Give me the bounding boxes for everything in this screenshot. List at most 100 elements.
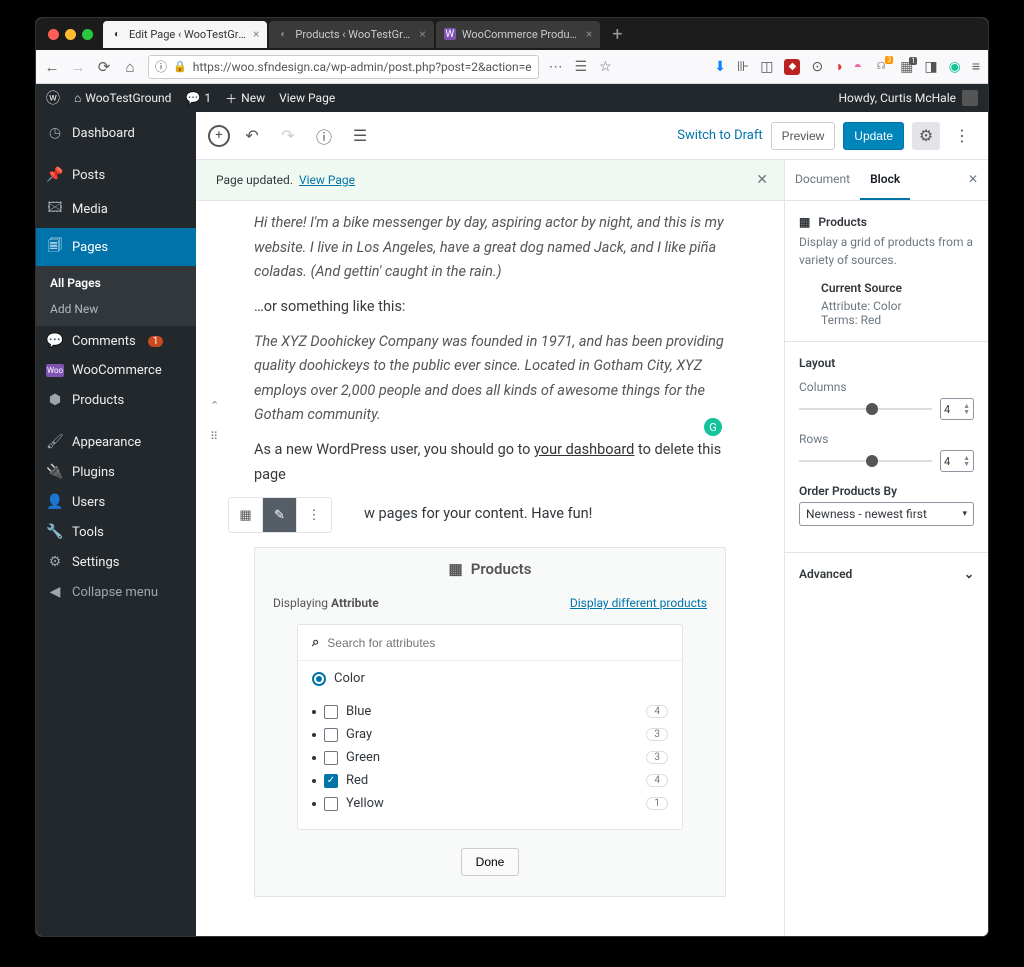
columns-slider[interactable] xyxy=(799,408,932,410)
extension-icon[interactable]: ☊3 xyxy=(873,59,889,75)
columns-input[interactable]: 4▲▼ xyxy=(940,398,974,420)
term-row[interactable]: Gray3 xyxy=(308,723,672,746)
library-icon[interactable]: ⊪ xyxy=(737,59,749,75)
info-icon[interactable]: ⓘ xyxy=(155,58,167,75)
term-row[interactable]: Green3 xyxy=(308,746,672,769)
menu-pages[interactable]: 🗐Pages xyxy=(36,228,196,266)
extension-icon[interactable]: ⊙ xyxy=(811,59,823,75)
grammarly-icon[interactable]: ◉ xyxy=(949,59,961,75)
more-icon[interactable]: ⋯ xyxy=(549,59,563,75)
term-row[interactable]: Yellow1 xyxy=(308,792,672,815)
submenu-add-new[interactable]: Add New xyxy=(36,296,196,322)
attribute-search[interactable]: ⌕ xyxy=(298,625,682,660)
new-tab-button[interactable]: + xyxy=(602,24,632,45)
menu-tools[interactable]: 🔧Tools xyxy=(36,517,196,547)
close-icon[interactable]: × xyxy=(586,27,592,41)
tab-document[interactable]: Document xyxy=(785,160,860,200)
wordpress-icon[interactable]: ⓦ xyxy=(46,88,60,108)
avatar[interactable] xyxy=(962,90,978,106)
window-controls[interactable] xyxy=(42,29,93,40)
ublock-icon[interactable]: ◆ xyxy=(784,59,800,75)
submenu-all-pages[interactable]: All Pages xyxy=(36,270,196,296)
add-block-button[interactable]: + xyxy=(208,125,230,147)
menu-woocommerce[interactable]: WooWooCommerce xyxy=(36,356,196,385)
browser-tab[interactable]: ◐ Edit Page ‹ WooTestGround — Wor… × xyxy=(103,21,267,48)
redo-button[interactable]: ↷ xyxy=(274,122,302,150)
rows-input[interactable]: 4▲▼ xyxy=(940,450,974,472)
sidebar-icon[interactable]: ◫ xyxy=(760,59,773,75)
site-name[interactable]: ⌂WooTestGround xyxy=(74,91,171,105)
tab-block[interactable]: Block xyxy=(860,160,910,200)
checkbox[interactable] xyxy=(324,728,338,742)
more-button[interactable]: ⋮ xyxy=(297,498,331,532)
update-button[interactable]: Update xyxy=(843,122,904,150)
settings-button[interactable]: ⚙ xyxy=(912,122,940,150)
close-icon[interactable]: × xyxy=(419,27,425,41)
grammarly-icon[interactable]: G xyxy=(704,418,722,436)
close-icon[interactable]: ✕ xyxy=(958,160,988,200)
menu-dashboard[interactable]: ◷Dashboard xyxy=(36,118,196,148)
extension-icon[interactable]: ◨ xyxy=(924,59,937,75)
back-icon[interactable]: ← xyxy=(44,58,60,76)
preview-button[interactable]: Preview xyxy=(771,122,836,150)
home-icon[interactable]: ⌂ xyxy=(122,58,138,76)
forward-icon[interactable]: → xyxy=(70,58,86,76)
display-different-link[interactable]: Display different products xyxy=(570,596,707,610)
drag-handle-icon[interactable]: ⠿ xyxy=(210,430,219,443)
outline-button[interactable]: ☰ xyxy=(346,122,374,150)
undo-button[interactable]: ↶ xyxy=(238,122,266,150)
order-select[interactable]: Newness - newest first▾ xyxy=(799,502,974,526)
reader-icon[interactable]: ☰ xyxy=(575,59,588,75)
extension-icon[interactable]: ◓ xyxy=(854,58,862,75)
done-button[interactable]: Done xyxy=(461,848,520,876)
dismiss-icon[interactable]: ✕ xyxy=(756,172,768,188)
menu-appearance[interactable]: 🖌Appearance xyxy=(36,427,196,457)
bookmark-icon[interactable]: ☆ xyxy=(599,59,612,75)
close-icon[interactable]: × xyxy=(253,27,259,41)
reload-icon[interactable]: ⟳ xyxy=(96,58,112,76)
checkbox[interactable]: ✓ xyxy=(324,774,338,788)
menu-settings[interactable]: ⚙Settings xyxy=(36,547,196,577)
paragraph[interactable]: Hi there! I'm a bike messenger by day, a… xyxy=(254,211,726,285)
more-button[interactable]: ⋮ xyxy=(948,122,976,150)
menu-comments[interactable]: 💬Comments1 xyxy=(36,326,196,356)
info-button[interactable]: ⓘ xyxy=(310,122,338,150)
hamburger-icon[interactable]: ≡ xyxy=(972,58,980,75)
search-input[interactable] xyxy=(327,636,668,650)
menu-collapse[interactable]: ◀Collapse menu xyxy=(36,577,196,607)
products-block[interactable]: ▦ Products Displaying Attribute Display … xyxy=(254,547,726,897)
advanced-section[interactable]: Advanced ⌄ xyxy=(785,553,988,595)
browser-tab[interactable]: ◐ Products ‹ WooTestGround — Wor… × xyxy=(269,21,433,48)
greeting[interactable]: Howdy, Curtis McHale xyxy=(838,91,956,105)
switch-draft-button[interactable]: Switch to Draft xyxy=(677,128,762,143)
dashboard-link[interactable]: your dashboard xyxy=(534,441,634,458)
checkbox[interactable] xyxy=(324,797,338,811)
chevron-up-icon[interactable]: ⌃ xyxy=(210,399,219,412)
url-input[interactable]: ⓘ 🔒 https://woo.sfndesign.ca/wp-admin/po… xyxy=(148,55,539,79)
attribute-option[interactable]: Color xyxy=(298,660,682,696)
menu-media[interactable]: 🖾Media xyxy=(36,190,196,228)
menu-users[interactable]: 👤Users xyxy=(36,487,196,517)
checkbox[interactable] xyxy=(324,705,338,719)
grid-icon[interactable]: ▦ xyxy=(229,498,263,532)
menu-plugins[interactable]: 🔌Plugins xyxy=(36,457,196,487)
checkbox[interactable] xyxy=(324,751,338,765)
view-page-link[interactable]: View Page xyxy=(299,173,355,187)
term-row[interactable]: ✓Red4 xyxy=(308,769,672,792)
menu-posts[interactable]: 📌Posts xyxy=(36,160,196,190)
new-link[interactable]: ＋New xyxy=(225,90,265,107)
extension-icon[interactable]: ▦1 xyxy=(900,59,913,75)
browser-tab[interactable]: W WooCommerce Product Blocks × xyxy=(436,21,600,48)
paragraph[interactable]: The XYZ Doohickey Company was founded in… xyxy=(254,330,726,429)
radio-selected-icon[interactable] xyxy=(312,672,326,686)
term-row[interactable]: Blue4 xyxy=(308,700,672,723)
view-page-link[interactable]: View Page xyxy=(279,91,335,105)
download-icon[interactable]: ⬇ xyxy=(714,59,726,75)
rows-slider[interactable] xyxy=(799,460,932,462)
paragraph[interactable]: As a new WordPress user, you should go t… xyxy=(254,438,726,487)
extension-icon[interactable]: ◑ xyxy=(834,58,842,75)
menu-products[interactable]: ⬢Products xyxy=(36,385,196,415)
edit-button[interactable]: ✎ xyxy=(263,498,297,532)
paragraph[interactable]: …or something like this: xyxy=(254,295,726,320)
comments-link[interactable]: 💬1 xyxy=(185,91,211,105)
